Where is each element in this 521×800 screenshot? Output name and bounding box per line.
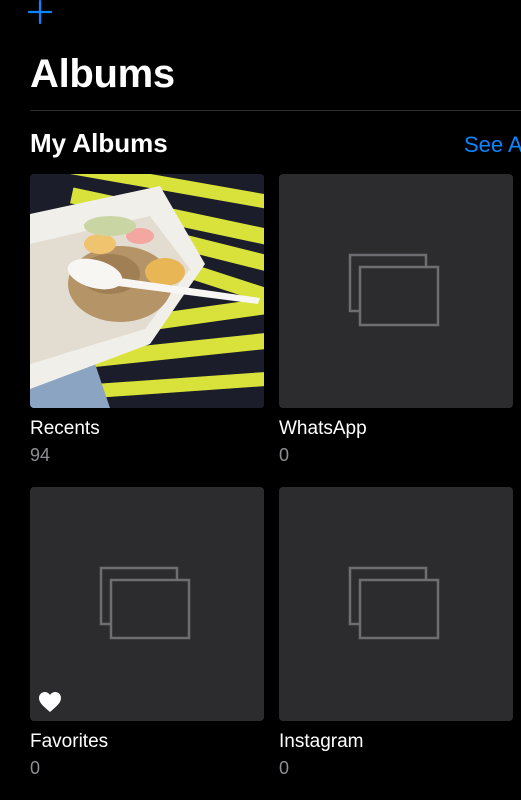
- add-album-button[interactable]: [27, 0, 53, 26]
- placeholder-stack-icon: [348, 253, 440, 327]
- placeholder-stack-icon: [348, 566, 440, 640]
- plus-icon: [27, 0, 53, 25]
- album-instagram[interactable]: Instagram 0: [279, 487, 513, 779]
- album-favorites[interactable]: Favorites 0: [30, 487, 264, 779]
- album-thumbnail[interactable]: [30, 487, 264, 721]
- album-name: Recents: [30, 418, 100, 439]
- album-recents[interactable]: Recents 94: [30, 174, 264, 466]
- header-divider: [30, 110, 521, 111]
- album-name: WhatsApp: [279, 418, 367, 439]
- album-count: 94: [30, 445, 51, 465]
- section-title: My Albums: [30, 128, 168, 158]
- see-all-link[interactable]: See A: [464, 131, 521, 159]
- album-thumbnail[interactable]: [279, 174, 513, 408]
- album-thumbnail[interactable]: [30, 174, 264, 408]
- album-name: Favorites: [30, 731, 109, 752]
- album-photo: [30, 174, 264, 408]
- heart-icon: [39, 692, 61, 712]
- album-thumbnail[interactable]: [279, 487, 513, 721]
- album-whatsapp[interactable]: WhatsApp 0: [279, 174, 513, 466]
- album-name: Instagram: [279, 731, 364, 752]
- album-count: 0: [279, 758, 290, 778]
- album-count: 0: [279, 445, 290, 465]
- page-title: Albums: [30, 52, 175, 96]
- album-count: 0: [30, 758, 41, 778]
- placeholder-stack-icon: [99, 566, 191, 640]
